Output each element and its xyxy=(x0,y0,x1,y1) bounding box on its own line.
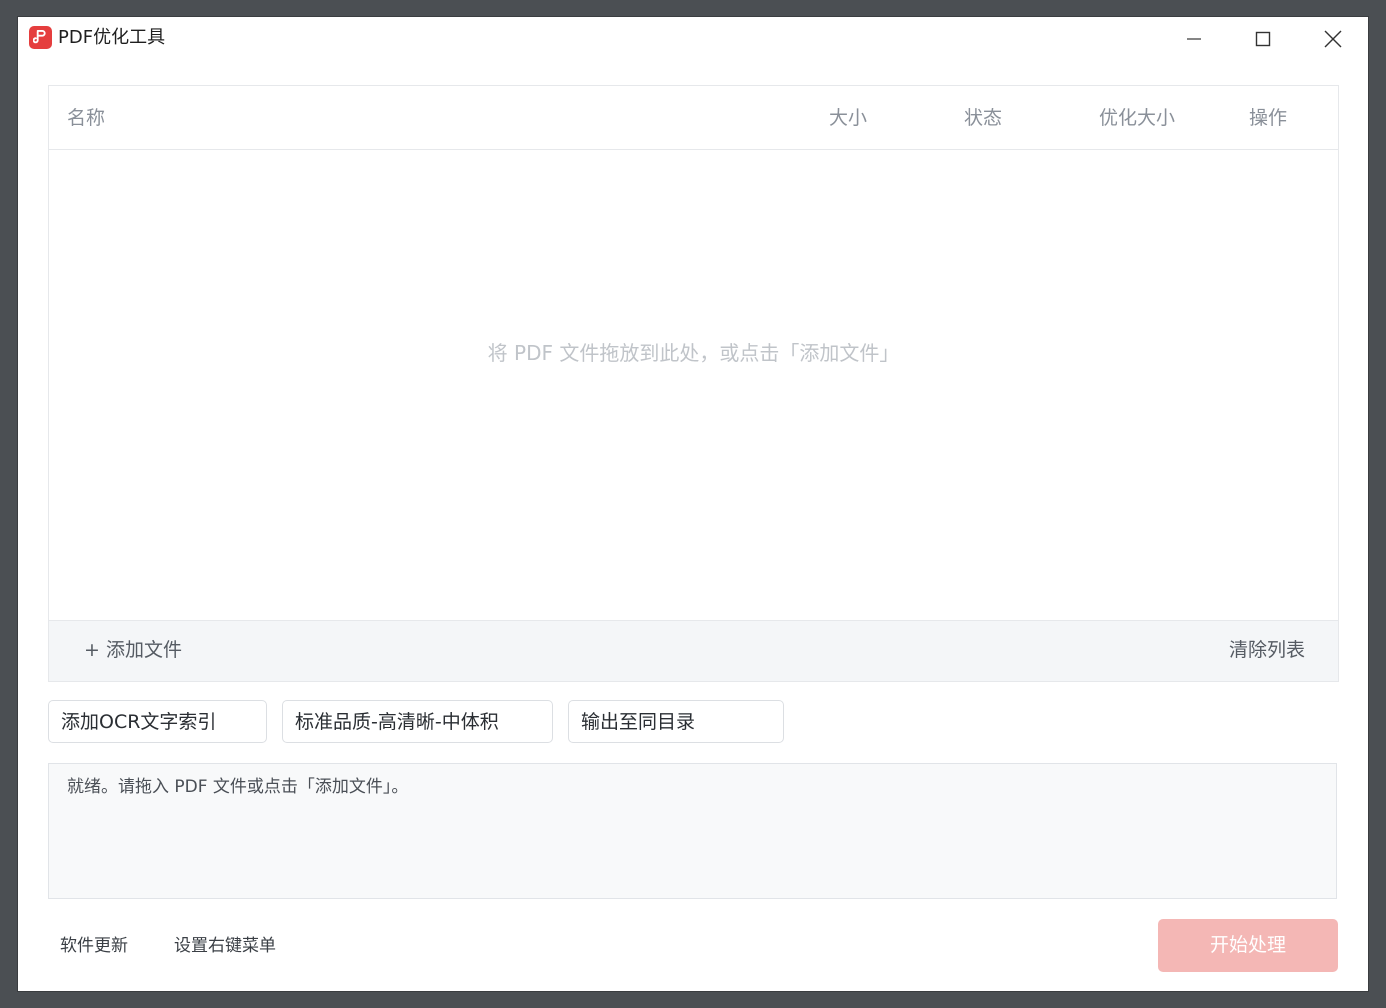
file-drop-zone[interactable]: 将 PDF 文件拖放到此处，或点击「添加文件」 xyxy=(49,150,1338,621)
column-header-optimized-size[interactable]: 优化大小 xyxy=(1099,106,1175,130)
column-header-size[interactable]: 大小 xyxy=(829,106,867,130)
start-processing-button[interactable]: 开始处理 xyxy=(1158,919,1338,972)
table-header: 名称 大小 状态 优化大小 操作 xyxy=(49,86,1338,150)
log-area[interactable]: 就绪。请拖入 PDF 文件或点击「添加文件」。 xyxy=(48,763,1337,899)
output-option-button[interactable]: 输出至同目录 xyxy=(568,700,784,743)
close-button[interactable] xyxy=(1298,17,1368,61)
app-window: PDF优化工具 名称 大小 状态 优化大小 操作 将 PDF 文件拖放到此处，或… xyxy=(18,17,1368,991)
file-list-footer: + 添加文件 清除列表 xyxy=(49,620,1338,681)
maximize-button[interactable] xyxy=(1228,17,1298,61)
column-header-name[interactable]: 名称 xyxy=(67,106,105,130)
software-update-link[interactable]: 软件更新 xyxy=(60,935,128,957)
title-bar[interactable]: PDF优化工具 xyxy=(18,17,1368,61)
drop-hint-text: 将 PDF 文件拖放到此处，或点击「添加文件」 xyxy=(487,341,900,365)
maximize-icon xyxy=(1255,31,1271,47)
window-title: PDF优化工具 xyxy=(58,27,166,48)
log-message: 就绪。请拖入 PDF 文件或点击「添加文件」。 xyxy=(67,777,409,797)
pdf-app-icon xyxy=(29,26,52,49)
quality-option-button[interactable]: 标准品质-高清晰-中体积 xyxy=(282,700,553,743)
column-header-status[interactable]: 状态 xyxy=(964,106,1002,130)
minimize-icon xyxy=(1187,38,1201,40)
context-menu-settings-link[interactable]: 设置右键菜单 xyxy=(174,935,276,957)
column-header-action: 操作 xyxy=(1249,107,1288,129)
file-list-panel: 名称 大小 状态 优化大小 操作 将 PDF 文件拖放到此处，或点击「添加文件」… xyxy=(48,85,1339,682)
add-file-button[interactable]: + 添加文件 xyxy=(84,638,182,662)
clear-list-button[interactable]: 清除列表 xyxy=(1229,638,1305,662)
close-icon xyxy=(1324,30,1342,48)
ocr-option-button[interactable]: 添加OCR文字索引 xyxy=(48,700,267,743)
minimize-button[interactable] xyxy=(1159,17,1229,61)
